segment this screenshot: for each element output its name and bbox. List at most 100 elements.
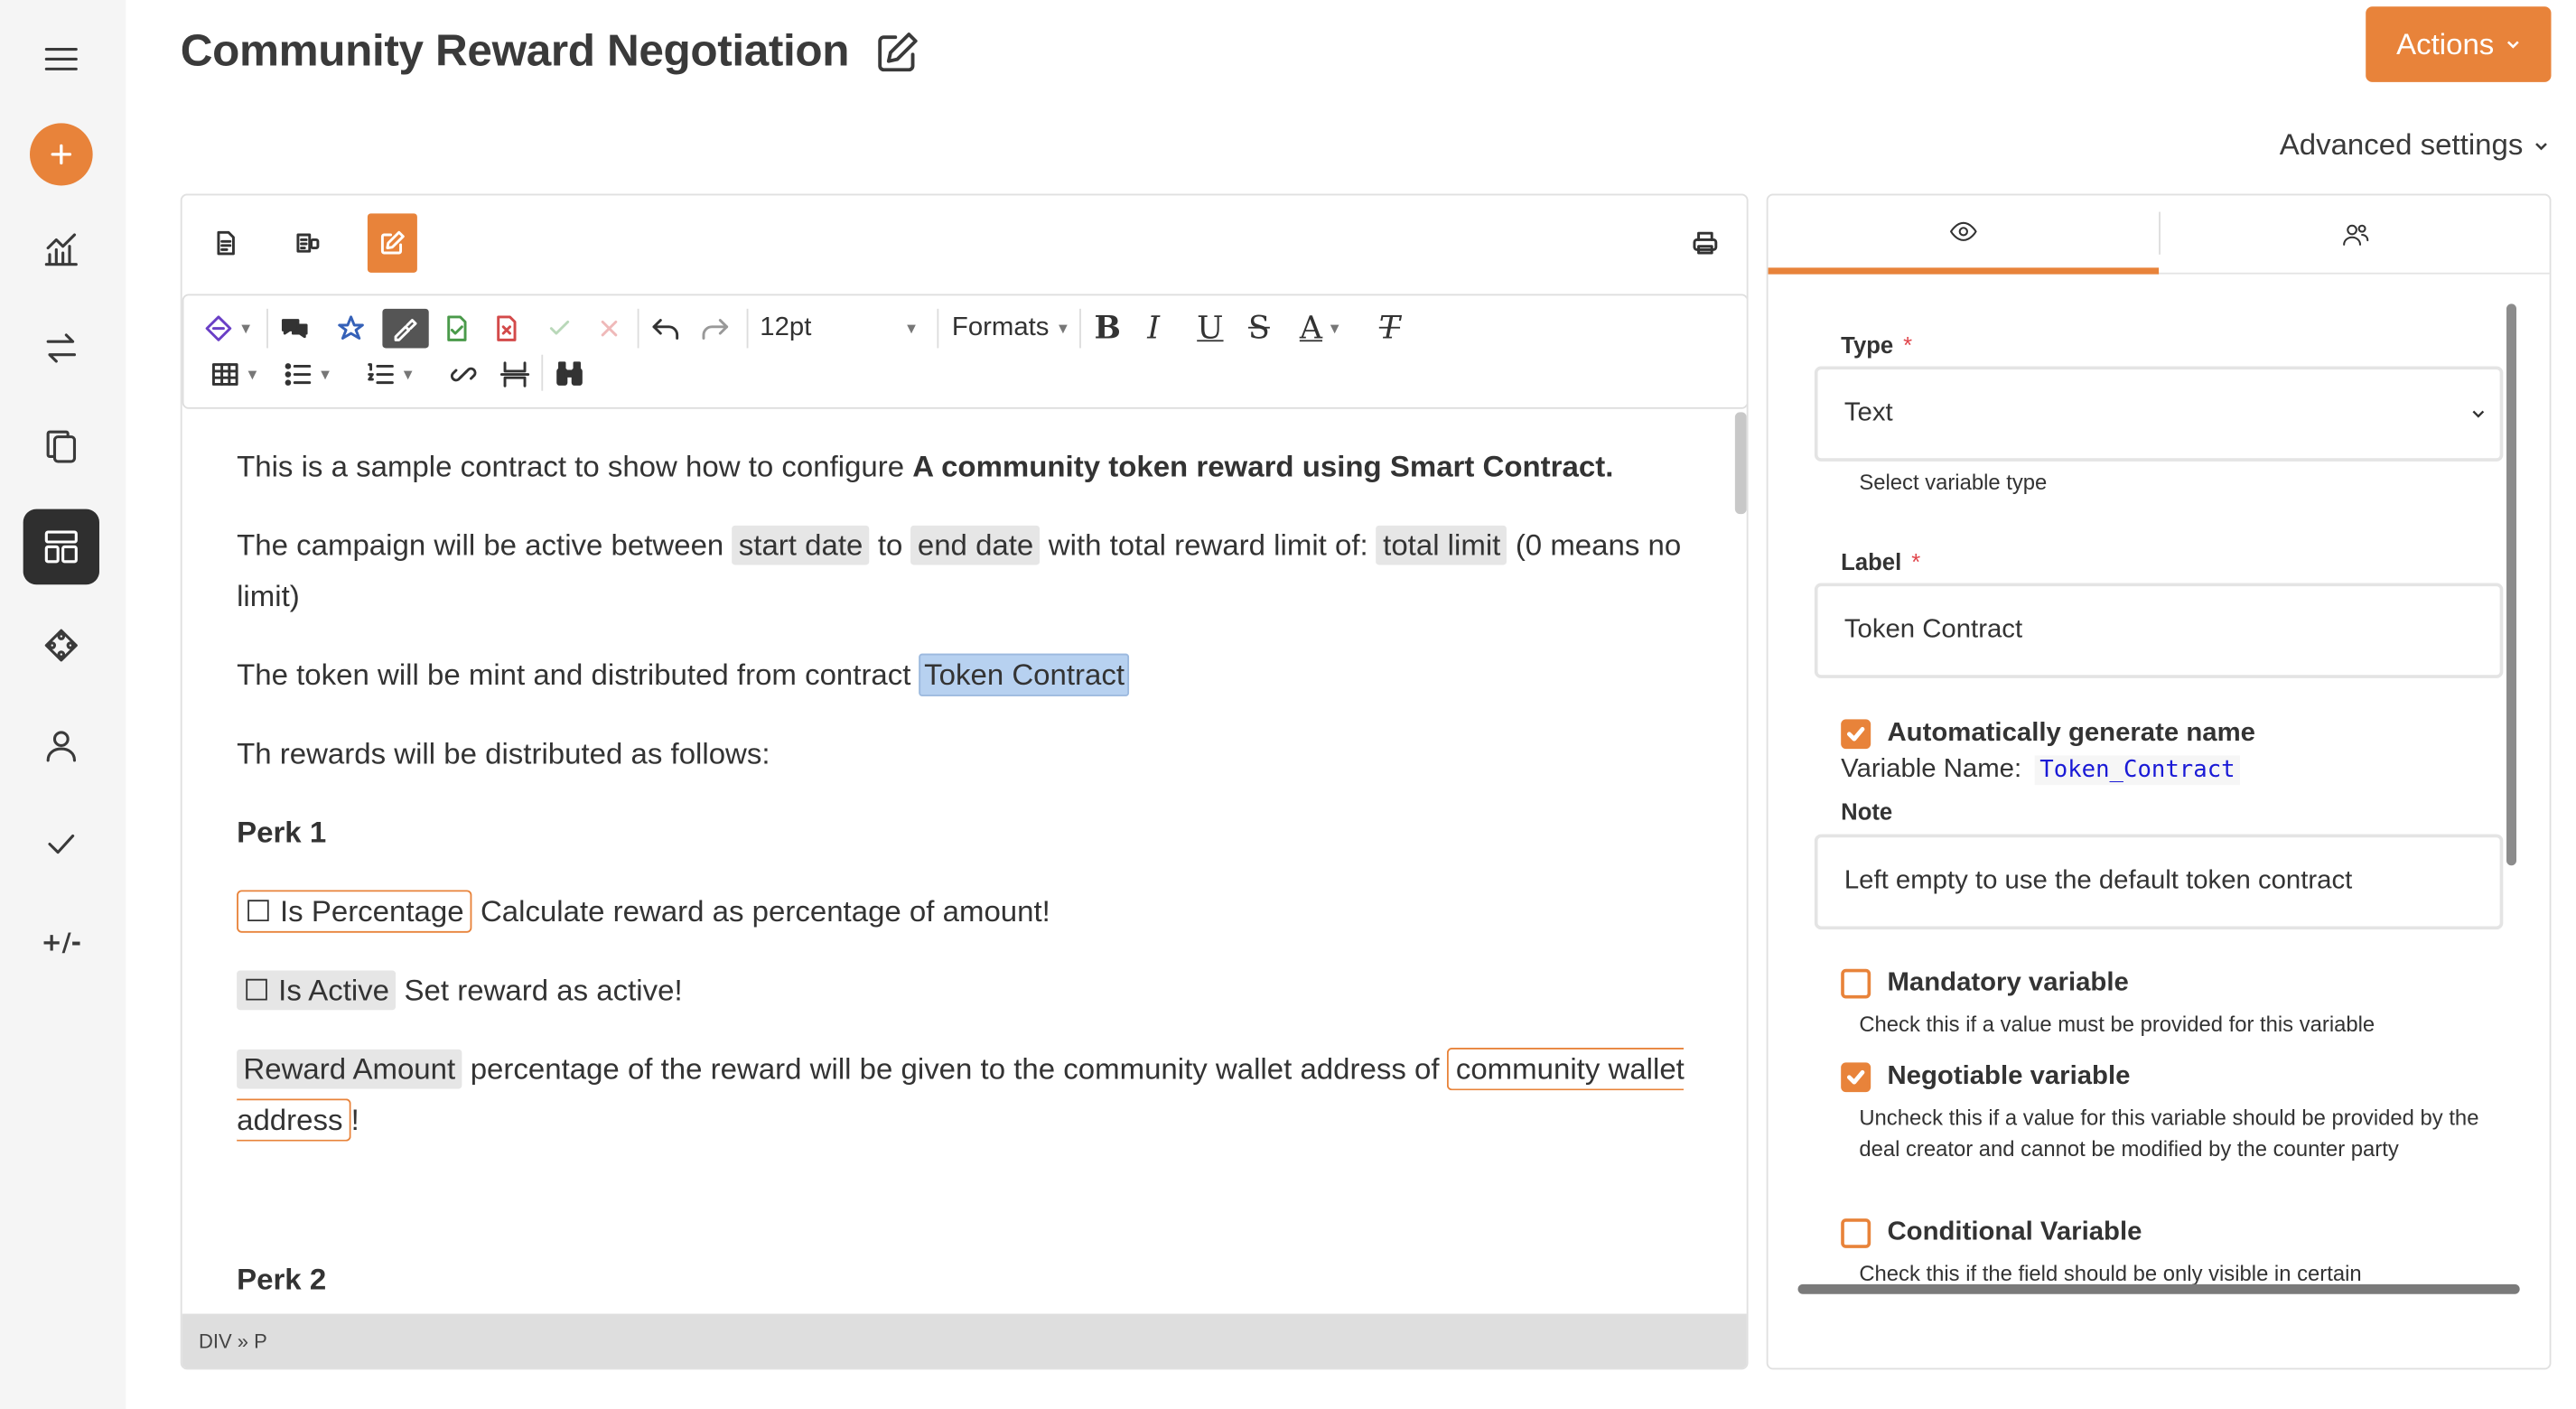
reject-change-button[interactable] <box>491 309 521 349</box>
negotiable-checkbox[interactable] <box>1841 1062 1871 1093</box>
panel-vertical-scrollbar[interactable] <box>2506 303 2517 866</box>
advanced-settings-toggle[interactable]: Advanced settings <box>2280 128 2550 163</box>
tab-participants[interactable] <box>2161 195 2550 274</box>
mandatory-option[interactable]: Mandatory variable <box>1841 968 2129 999</box>
note-label: Note <box>1841 798 1893 825</box>
text: Calculate reward as percentage of amount… <box>471 894 1050 928</box>
clear-format-icon: T <box>1378 310 1401 347</box>
editor-scrollbar[interactable] <box>1734 412 1747 515</box>
type-select[interactable]: Text <box>1814 366 2504 462</box>
italic-button[interactable]: I <box>1147 309 1160 349</box>
editor-mode-tabs <box>182 195 1747 294</box>
undo-button[interactable] <box>650 309 680 349</box>
check-icon <box>48 834 75 854</box>
mandatory-checkbox[interactable] <box>1841 968 1871 999</box>
page-break-button[interactable] <box>499 355 530 395</box>
negotiable-label: Negotiable variable <box>1887 1062 2131 1091</box>
text-color-dropdown[interactable]: A ▼ <box>1300 309 1342 349</box>
sidebar: +/- <box>0 0 126 1409</box>
tab-variable-settings[interactable] <box>1768 195 2160 275</box>
paragraph: ☐ Is Active Set reward as active! <box>237 966 1694 1016</box>
tab-variables-view[interactable] <box>283 213 332 272</box>
check-icon <box>549 320 570 335</box>
actions-button[interactable]: Actions <box>2366 6 2552 82</box>
sidebar-item-analytics[interactable] <box>23 212 99 288</box>
menu-button[interactable] <box>23 22 99 98</box>
label-input[interactable]: Token Contract <box>1814 583 2504 678</box>
variable-reward-amount[interactable]: Reward Amount <box>237 1049 462 1089</box>
variable-is-percentage[interactable]: ☐ Is Percentage <box>237 890 472 933</box>
editor-content[interactable]: This is a sample contract to show how to… <box>237 442 1694 1333</box>
conditional-label: Conditional Variable <box>1887 1218 2142 1247</box>
user-icon <box>46 731 77 762</box>
sidebar-item-approvals[interactable] <box>23 807 99 882</box>
sidebar-item-transfers[interactable] <box>23 311 99 387</box>
strikethrough-button[interactable]: S <box>1248 309 1270 349</box>
text: to <box>869 528 911 562</box>
variable-is-active[interactable]: ☐ Is Active <box>237 970 397 1011</box>
variable-start-date[interactable]: start date <box>732 525 870 565</box>
chevron-down-icon <box>2506 41 2518 49</box>
page-break-icon <box>499 361 530 387</box>
edit-title-button[interactable] <box>874 30 920 76</box>
bullet-list-dropdown[interactable]: ▼ <box>283 355 332 395</box>
negotiable-option[interactable]: Negotiable variable <box>1841 1062 2131 1093</box>
bold-text: A community token reward using Smart Con… <box>912 450 1614 483</box>
font-size-select[interactable]: 12pt ▼ <box>760 313 919 343</box>
variable-token-contract[interactable]: Token Contract <box>919 653 1130 696</box>
sidebar-item-templates[interactable] <box>23 509 99 585</box>
page-title: Community Reward Negotiation <box>180 26 850 76</box>
label-value: Token Contract <box>1843 615 2023 644</box>
sidebar-item-profile[interactable] <box>23 708 99 784</box>
note-input[interactable]: Left empty to use the default token cont… <box>1814 834 2504 930</box>
insert-variable-dropdown[interactable]: ▼ <box>203 309 253 349</box>
comment-button[interactable] <box>280 309 310 349</box>
sidebar-item-diff[interactable]: +/- <box>23 905 99 981</box>
add-button[interactable] <box>29 123 93 186</box>
conditional-checkbox[interactable] <box>1841 1218 1871 1248</box>
clear-formatting-button[interactable]: T <box>1379 309 1400 349</box>
conditional-option[interactable]: Conditional Variable <box>1841 1218 2142 1248</box>
eye-icon <box>1950 221 1977 241</box>
sidebar-item-documents[interactable] <box>23 409 99 485</box>
highlight-variables-button[interactable] <box>336 309 366 349</box>
redo-button[interactable] <box>700 309 730 349</box>
strikethrough-icon: S <box>1248 310 1270 347</box>
track-changes-icon <box>394 319 417 341</box>
reject-all-button[interactable] <box>594 309 624 349</box>
numbered-list-dropdown[interactable]: ▼ <box>366 355 415 395</box>
bold-button[interactable]: B <box>1095 309 1121 349</box>
tab-edit-mode[interactable] <box>367 213 417 273</box>
type-help: Select variable type <box>1859 470 2048 495</box>
sidebar-item-integrations[interactable] <box>23 608 99 684</box>
table-dropdown[interactable]: ▼ <box>210 355 260 395</box>
accept-change-button[interactable] <box>442 309 471 349</box>
star-icon <box>338 315 364 341</box>
find-button[interactable] <box>555 355 584 395</box>
underline-icon: U <box>1197 310 1224 347</box>
text-color-icon: A <box>1299 310 1323 347</box>
track-changes-button[interactable] <box>382 308 429 349</box>
chevron-down-icon <box>2472 410 2485 418</box>
variable-total-limit[interactable]: total limit <box>1376 525 1507 565</box>
accept-all-button[interactable] <box>545 309 574 349</box>
print-button[interactable] <box>1680 213 1730 272</box>
auto-name-checkbox[interactable] <box>1841 719 1871 750</box>
reject-doc-icon <box>497 315 517 341</box>
panel-horizontal-scrollbar[interactable] <box>1797 1283 2520 1294</box>
check-icon <box>1846 1069 1865 1085</box>
text: The token will be mint and distributed f… <box>237 658 919 692</box>
bullet-list-icon <box>285 363 312 386</box>
plus-minus-icon: +/- <box>41 928 82 958</box>
variable-end-date[interactable]: end date <box>910 525 1041 565</box>
text: ! <box>350 1103 359 1137</box>
tab-document-view[interactable] <box>201 213 250 272</box>
auto-name-option[interactable]: Automatically generate name <box>1841 719 2255 750</box>
mandatory-label: Mandatory variable <box>1887 968 2129 997</box>
insert-link-button[interactable] <box>449 355 479 395</box>
text: This is a sample contract to show how to… <box>237 450 913 483</box>
underline-button[interactable]: U <box>1197 309 1223 349</box>
paragraph: Reward Amount percentage of the reward w… <box>237 1044 1694 1146</box>
type-value: Text <box>1843 398 1893 427</box>
formats-dropdown[interactable]: Formats ▼ <box>952 313 1070 343</box>
